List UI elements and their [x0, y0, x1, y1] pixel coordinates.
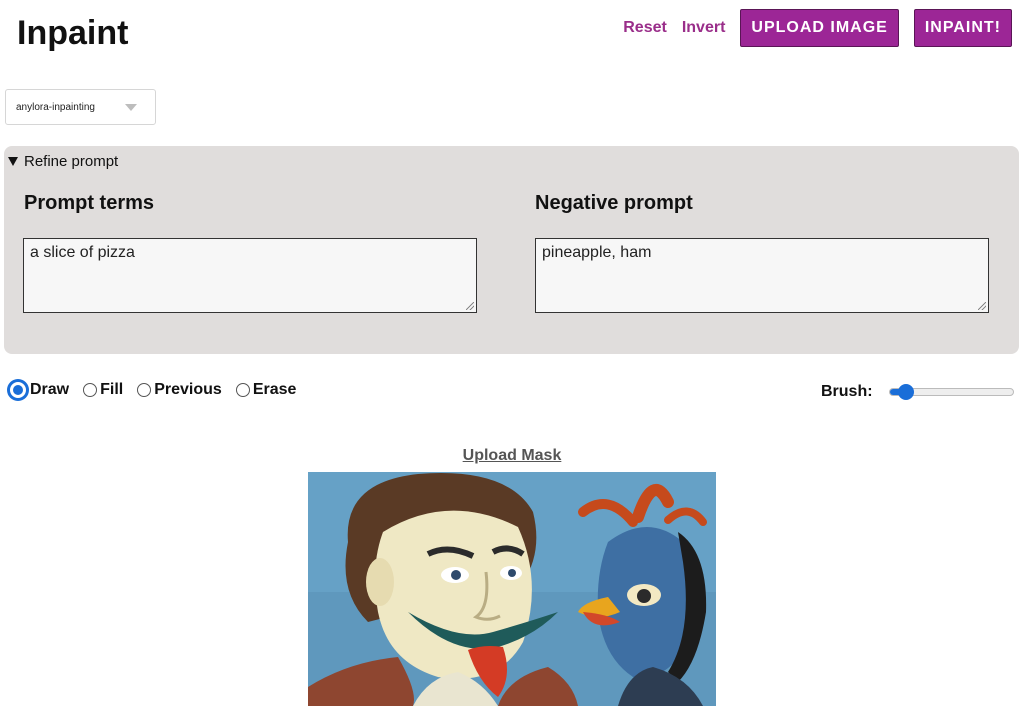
draw-mode-group: Draw Fill Previous Erase [8, 380, 310, 400]
mode-fill-label: Fill [100, 381, 124, 398]
triangle-down-icon [8, 157, 18, 166]
radio-icon[interactable] [235, 383, 250, 397]
inpaint-button[interactable]: INPAINT! [913, 9, 1012, 47]
model-select[interactable]: anylora-inpainting [5, 89, 156, 125]
negative-prompt-heading: Negative prompt [535, 192, 693, 214]
refine-prompt-panel: Refine prompt Prompt terms a slice of pi… [4, 146, 1019, 354]
brush-control: Brush: [821, 383, 1014, 401]
brush-size-slider[interactable] [888, 384, 1014, 400]
resize-grip-icon[interactable] [466, 302, 474, 310]
negative-prompt-value: pineapple, ham [542, 244, 652, 261]
prompt-terms-input[interactable]: a slice of pizza [23, 238, 477, 313]
mode-previous[interactable]: Previous [137, 381, 222, 399]
negative-prompt-input[interactable]: pineapple, ham [535, 238, 989, 313]
resize-grip-icon[interactable] [978, 302, 986, 310]
radio-icon[interactable] [137, 383, 152, 397]
slider-thumb[interactable] [897, 384, 914, 400]
model-select-value: anylora-inpainting [16, 101, 95, 113]
brush-label: Brush: [821, 383, 873, 400]
mode-draw-label: Draw [30, 381, 70, 398]
refine-prompt-toggle[interactable]: Refine prompt [8, 153, 118, 170]
refine-prompt-label: Refine prompt [24, 153, 119, 170]
mode-fill[interactable]: Fill [83, 381, 123, 399]
top-actions: Reset Invert UPLOAD IMAGE INPAINT! [623, 9, 1012, 47]
prompt-terms-value: a slice of pizza [30, 244, 135, 261]
mode-previous-label: Previous [154, 381, 222, 398]
chevron-down-icon [125, 104, 137, 111]
reset-link[interactable]: Reset [623, 19, 667, 37]
prompt-terms-heading: Prompt terms [24, 192, 155, 214]
radio-checked-icon[interactable] [8, 380, 28, 400]
upload-image-button[interactable]: UPLOAD IMAGE [740, 9, 899, 47]
mode-erase-label: Erase [252, 381, 297, 398]
radio-icon[interactable] [83, 383, 98, 397]
painting-image [308, 472, 716, 706]
mode-erase[interactable]: Erase [235, 381, 297, 399]
page-title: Inpaint [17, 14, 129, 52]
mode-draw[interactable]: Draw [8, 380, 69, 400]
inpaint-canvas[interactable] [308, 472, 716, 706]
upload-mask-link[interactable]: Upload Mask [0, 447, 1024, 465]
invert-link[interactable]: Invert [682, 19, 726, 37]
